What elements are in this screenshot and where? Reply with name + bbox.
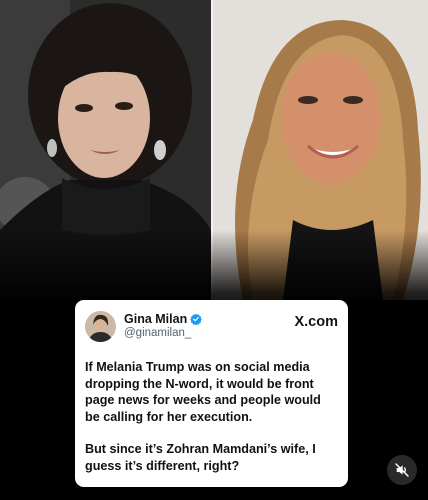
author-handle[interactable]: @ginamilan_ [124, 326, 202, 340]
avatar-image [85, 310, 116, 342]
tweet-header: Gina Milan @ginamilan_ X.com [85, 309, 338, 343]
author-block: Gina Milan @ginamilan_ [124, 312, 203, 340]
author-name[interactable]: Gina Milan [124, 312, 187, 326]
post-text: If Melania Trump was on social media dro… [85, 359, 338, 475]
verified-badge-icon [190, 313, 203, 326]
post-paragraph-1: If Melania Trump was on social media dro… [85, 360, 321, 424]
speaker-muted-icon [395, 463, 409, 477]
x-brand-label: X.com [294, 314, 338, 330]
post-paragraph-2: But since it’s Zohran Mamdani’s wife, I … [85, 442, 316, 473]
avatar[interactable] [85, 310, 116, 342]
author-name-row: Gina Milan [124, 312, 203, 326]
tweet-card[interactable]: Gina Milan @ginamilan_ X.com If Melania … [75, 300, 348, 487]
mute-button[interactable] [387, 455, 417, 485]
